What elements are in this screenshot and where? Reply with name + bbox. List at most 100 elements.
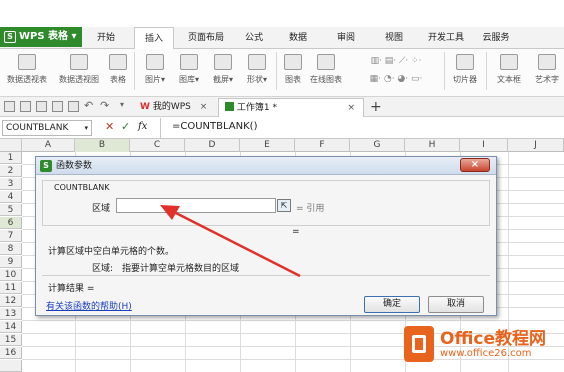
close-icon[interactable]: × [200,102,208,112]
fx-icon[interactable]: fx [138,121,147,132]
print-icon[interactable] [52,101,63,112]
slicer-icon [456,54,474,70]
screenshot-icon [214,54,232,70]
pivot-chart-icon [70,54,88,70]
watermark-url: www.office26.com [440,348,532,359]
shapes-icon [248,54,266,70]
column-header[interactable]: H [405,139,460,152]
app-name: WPS 表格 [19,31,69,42]
picture-button[interactable]: 图片▾ [138,52,172,94]
red-arrow-annotation [160,205,301,278]
menu-page-layout[interactable]: 页面布局 [180,27,232,49]
screenshot-button[interactable]: 截屏▾ [206,52,240,94]
range-label: 区域 [92,204,111,214]
formula-input[interactable]: =COUNTBLANK() [172,121,257,132]
row-header[interactable]: 4 [0,191,22,203]
ribbon-divider [134,52,135,90]
menu-developer[interactable]: 开发工具 [420,27,472,49]
pivot-table-button[interactable]: 数据透视表 [2,52,52,94]
chevron-down-icon[interactable]: ▾ [84,121,88,135]
close-icon[interactable]: × [347,99,355,117]
save-icon[interactable] [20,101,31,112]
column-header[interactable]: B [75,139,130,152]
office-logo-icon [404,326,434,362]
column-header[interactable]: A [22,139,75,152]
textbox-button[interactable]: 文本框 [490,52,528,94]
row-header[interactable]: 14 [0,321,22,333]
row-header [0,360,22,372]
menu-cloud[interactable]: 云服务 [476,27,516,49]
chart-type-gallery[interactable]: ▥· ▤· ⟋· ⁘· ▦· ◔· ◕· ▭· [350,52,442,94]
function-name: COUNTBLANK [54,183,110,192]
cancel-formula-icon[interactable]: ✕ [105,120,114,133]
grid-line [22,320,564,321]
undo-icon[interactable]: ↶ [84,99,93,112]
menu-view[interactable]: 视图 [378,27,410,49]
redo-icon[interactable]: ↷ [100,99,109,112]
tab-workbook1[interactable]: 工作簿1 * × [218,98,364,117]
row-header[interactable]: 1 [0,152,22,164]
column-header[interactable]: J [508,139,564,152]
help-link[interactable]: 有关该函数的帮助(H) [46,299,132,312]
wordart-button[interactable]: 艺术字 [530,52,564,94]
row-header[interactable]: 9 [0,256,22,268]
row-header[interactable]: 16 [0,347,22,359]
row-header[interactable]: 7 [0,230,22,242]
office26-watermark: Office教程网 www.office26.com [404,322,560,366]
column-header[interactable]: G [350,139,405,152]
select-all-corner[interactable] [0,139,22,152]
menu-insert[interactable]: 插入 [134,27,174,49]
dialog-title: 函数参数 [56,161,93,171]
column-header[interactable]: E [240,139,295,152]
new-tab-icon[interactable]: + [370,98,382,116]
app-menu-button[interactable]: S WPS 表格 ▾ [0,27,82,47]
row-header[interactable]: 5 [0,204,22,216]
online-chart-button[interactable]: 在线图表 [306,52,346,94]
cancel-button[interactable]: 取消 [428,296,484,313]
close-icon[interactable]: × [460,158,490,172]
menu-data[interactable]: 数据 [282,27,314,49]
menu-formulas[interactable]: 公式 [238,27,270,49]
column-header[interactable]: I [460,139,508,152]
print-preview-icon[interactable] [36,101,47,112]
open-icon[interactable] [4,101,15,112]
ok-button[interactable]: 确定 [364,296,420,313]
name-box[interactable]: COUNTBLANK ▾ [2,120,92,136]
confirm-formula-icon[interactable]: ✓ [121,120,130,133]
chart-icon [284,54,302,70]
textbox-icon [500,54,518,70]
row-header[interactable]: 12 [0,295,22,307]
watermark-title: Office教程网 [440,329,547,349]
row-header[interactable]: 15 [0,334,22,346]
row-header[interactable]: 10 [0,269,22,281]
ribbon-divider [276,52,277,90]
column-header[interactable]: C [130,139,185,152]
slicer-button[interactable]: 切片器 [448,52,482,94]
table-button[interactable]: 表格 [106,52,130,94]
menu-review[interactable]: 审阅 [330,27,362,49]
tab-my-wps[interactable]: W 我的WPS × [134,98,216,117]
row-header[interactable]: 3 [0,178,22,190]
row-header[interactable]: 11 [0,282,22,294]
row-header[interactable]: 6 [0,217,22,229]
column-header[interactable]: D [185,139,240,152]
column-header[interactable]: F [295,139,350,152]
table-icon [109,54,127,70]
dialog-title-bar[interactable] [36,157,496,175]
pivot-table-icon [18,54,36,70]
row-header[interactable]: 2 [0,165,22,177]
chart-button[interactable]: 图表 [280,52,306,94]
format-painter-icon[interactable] [68,101,79,112]
picture-icon [146,54,164,70]
row-header[interactable]: 8 [0,243,22,255]
ribbon-divider [444,52,445,90]
arrow-shaft [169,208,301,278]
row-header[interactable]: 13 [0,308,22,320]
wps-w-icon: W [140,102,150,112]
shapes-button[interactable]: 形状▾ [240,52,274,94]
pivot-chart-button[interactable]: 数据透视图 [54,52,104,94]
menu-home[interactable]: 开始 [88,27,124,49]
wps-logo-icon: S [40,160,52,172]
customize-dropdown-icon[interactable]: ▾ [120,100,124,109]
gallery-button[interactable]: 图库▾ [172,52,206,94]
